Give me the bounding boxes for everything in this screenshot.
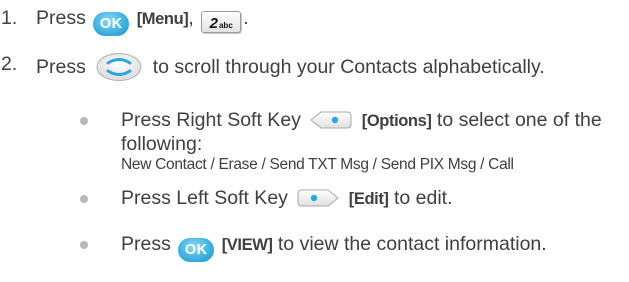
edit-label: [Edit] — [348, 190, 389, 208]
menu-label: [Menu] — [136, 10, 189, 28]
step-2-number: 2. — [1, 53, 18, 75]
number-2-key-icon: 2abc — [201, 11, 242, 33]
left-soft-key-icon — [297, 188, 340, 214]
bullet-dot — [80, 117, 88, 125]
num-key-digit: 2 — [209, 15, 218, 32]
bullet-2-prefix: Press Left Soft Key — [121, 187, 288, 209]
num-key-letters: abc — [218, 21, 233, 30]
step-1-prefix: Press — [36, 7, 86, 29]
bullet-3-text: Press OK [VIEW] to view the contact info… — [121, 232, 547, 262]
bullet-1-suffix: to select one of the — [436, 109, 602, 131]
navigation-key-icon — [95, 52, 143, 88]
step-2-text: Press to scroll through your Contacts al… — [36, 52, 545, 88]
bullet-2-text: Press Left Soft Key [Edit] to edit. — [121, 186, 453, 214]
view-label: [VIEW] — [221, 236, 273, 254]
bullet-dot — [80, 241, 88, 249]
options-label: [Options] — [361, 112, 432, 130]
step-1-suffix: . — [243, 7, 249, 29]
step-1-number: 1. — [1, 7, 18, 29]
bullet-3-suffix: to view the contact information. — [277, 233, 547, 255]
bullet-3-prefix: Press — [121, 233, 171, 255]
step-2-suffix: to scroll through your Contacts alphabet… — [152, 56, 545, 78]
ok-key-icon: OK — [178, 238, 215, 262]
bullet-dot — [80, 195, 88, 203]
step-1-separator: , — [188, 7, 194, 29]
options-list: New Contact / Erase / Send TXT Msg / Sen… — [121, 156, 514, 173]
bullet-1-line2: following: — [121, 133, 203, 155]
bullet-1-prefix: Press Right Soft Key — [121, 109, 301, 131]
right-soft-key-icon — [310, 110, 352, 136]
bullet-2-suffix: to edit. — [393, 187, 453, 209]
step-2-prefix: Press — [36, 56, 86, 78]
ok-key-icon: OK — [93, 12, 130, 36]
step-1-text: Press OK [Menu], 2abc. — [36, 6, 249, 36]
